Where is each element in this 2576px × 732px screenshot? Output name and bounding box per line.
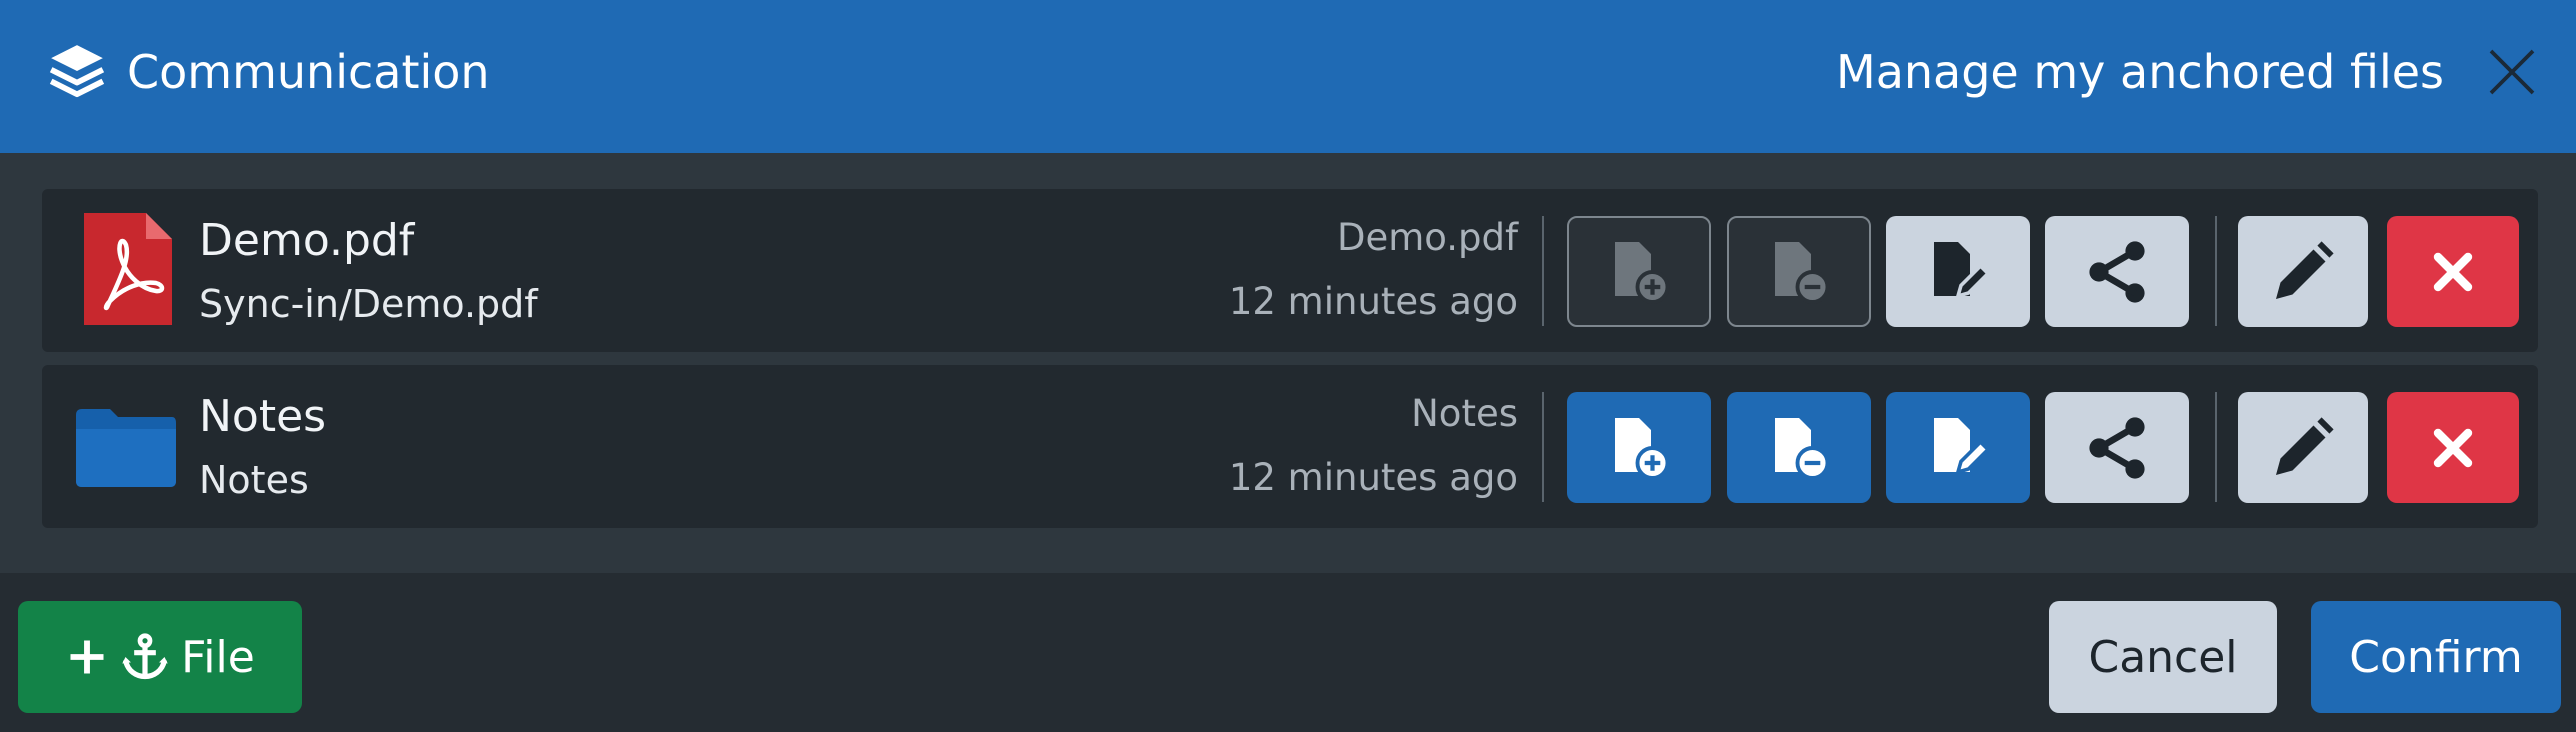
permission-add-button[interactable] xyxy=(1567,392,1711,503)
add-file-label: File xyxy=(181,631,255,683)
dialog-footer: File Cancel Confirm xyxy=(0,573,2576,732)
divider xyxy=(2215,216,2217,326)
edit-button[interactable] xyxy=(2238,216,2368,327)
share-button[interactable] xyxy=(2045,216,2189,327)
close-icon xyxy=(2433,428,2473,467)
manage-anchored-files-dialog: Communication Manage my anchored files D… xyxy=(0,0,2576,732)
pencil-icon xyxy=(2276,416,2334,475)
close-icon xyxy=(2433,252,2473,291)
file-meta-name: Notes xyxy=(1411,392,1518,435)
divider xyxy=(1542,216,1544,326)
file-meta-name: Demo.pdf xyxy=(1336,216,1518,259)
folder-icon xyxy=(76,409,176,487)
file-row: Demo.pdf Sync-in/Demo.pdf Demo.pdf 12 mi… xyxy=(42,189,2538,352)
dialog-subtitle: Manage my anchored files xyxy=(1836,45,2444,99)
permission-add-button[interactable] xyxy=(1567,216,1711,327)
anchored-files-list: Demo.pdf Sync-in/Demo.pdf Demo.pdf 12 mi… xyxy=(0,153,2576,573)
delete-button[interactable] xyxy=(2387,392,2519,503)
permission-remove-button[interactable] xyxy=(1727,392,1871,503)
permission-modify-button[interactable] xyxy=(1886,216,2030,327)
file-modified-time: 12 minutes ago xyxy=(1228,456,1518,499)
delete-button[interactable] xyxy=(2387,216,2519,327)
dialog-header: Communication Manage my anchored files xyxy=(0,0,2576,153)
divider xyxy=(2215,392,2217,502)
permission-remove-button[interactable] xyxy=(1727,216,1871,327)
edit-button[interactable] xyxy=(2238,392,2368,503)
file-add-icon xyxy=(1615,241,1670,304)
share-icon xyxy=(2089,240,2145,303)
file-edit-icon xyxy=(1934,417,1991,475)
file-edit-icon xyxy=(1934,241,1991,299)
cancel-button[interactable]: Cancel xyxy=(2049,601,2277,713)
file-remove-icon xyxy=(1775,241,1830,304)
file-add-icon xyxy=(1615,417,1670,480)
file-name: Demo.pdf xyxy=(199,215,415,266)
file-path: Notes xyxy=(199,458,309,502)
pencil-icon xyxy=(2276,240,2334,299)
file-path: Sync-in/Demo.pdf xyxy=(199,282,538,326)
close-icon[interactable] xyxy=(2484,44,2540,100)
permission-modify-button[interactable] xyxy=(1886,392,2030,503)
confirm-button[interactable]: Confirm xyxy=(2311,601,2561,713)
file-name: Notes xyxy=(199,391,327,442)
add-anchored-file-button[interactable]: File xyxy=(18,601,302,713)
layers-icon xyxy=(49,45,105,98)
plus-icon xyxy=(70,640,104,674)
file-modified-time: 12 minutes ago xyxy=(1228,280,1518,323)
share-button[interactable] xyxy=(2045,392,2189,503)
divider xyxy=(1542,392,1544,502)
share-icon xyxy=(2089,416,2145,479)
file-row: Notes Notes Notes 12 minutes ago xyxy=(42,365,2538,528)
dialog-title: Communication xyxy=(127,45,490,99)
anchor-icon xyxy=(122,633,168,680)
file-remove-icon xyxy=(1775,417,1830,480)
pdf-file-icon xyxy=(84,213,172,325)
